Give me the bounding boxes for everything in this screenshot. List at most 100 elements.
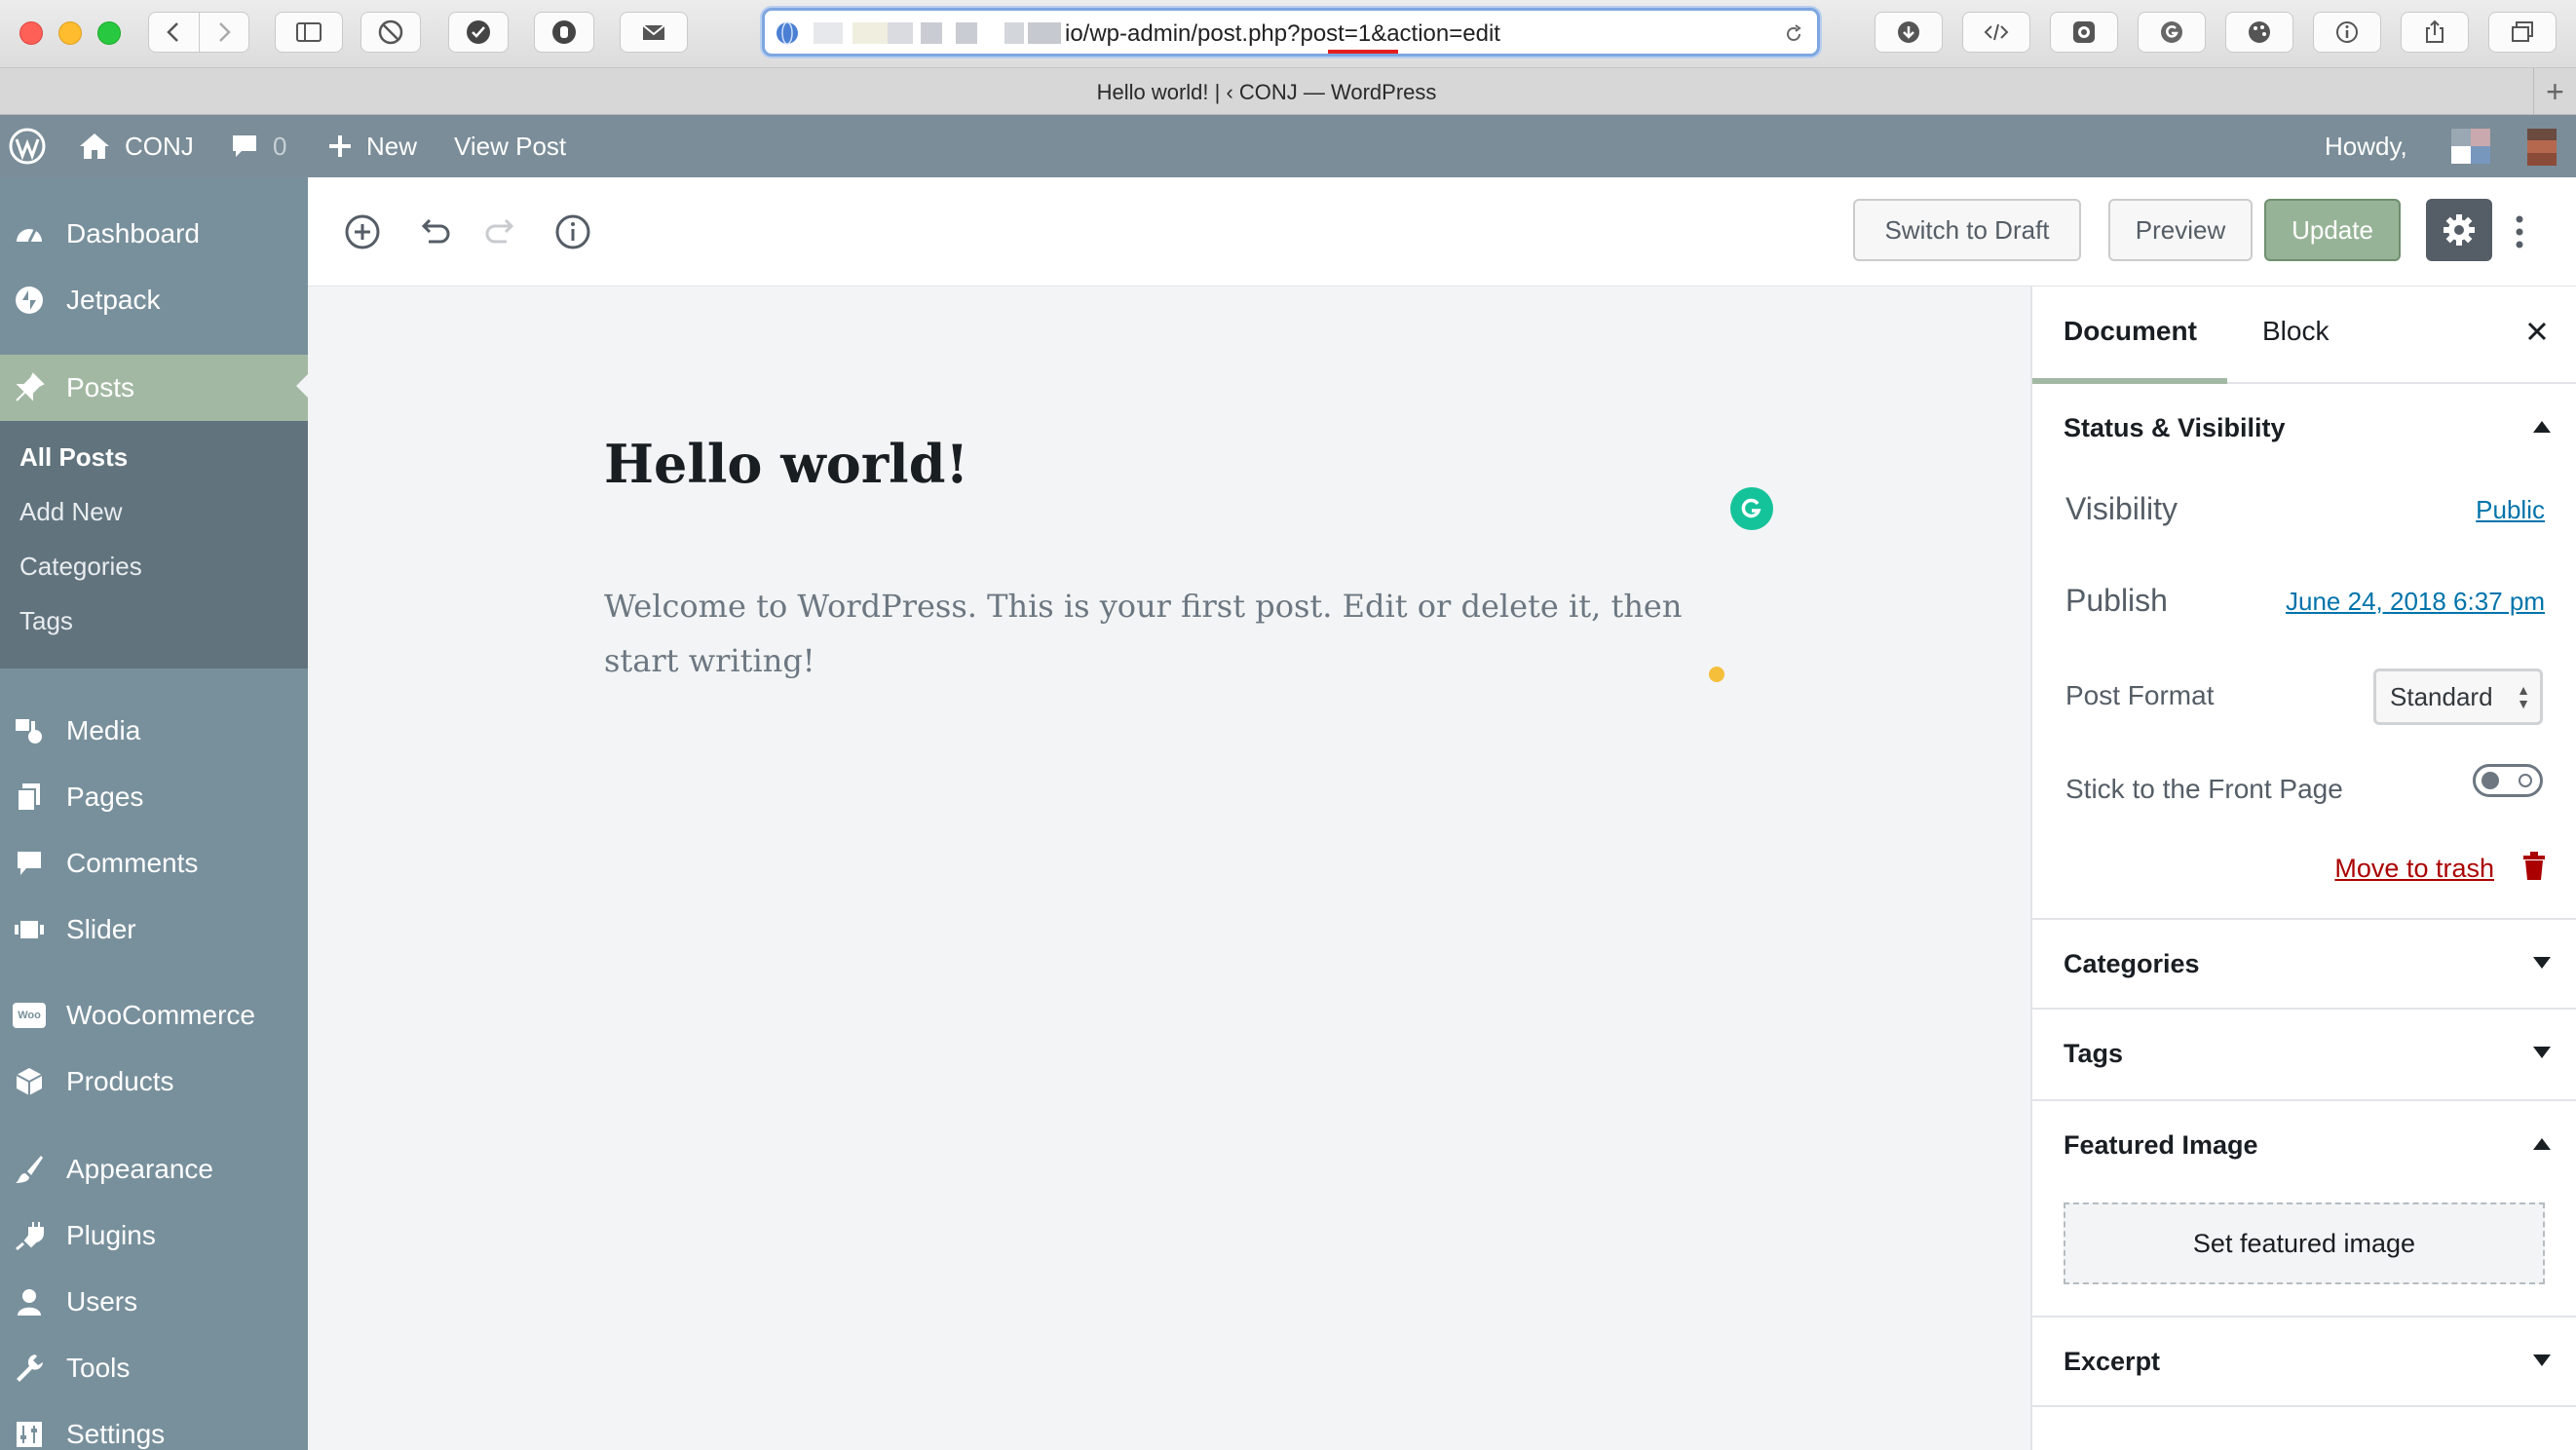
paragraph-block[interactable]: Welcome to WordPress. This is your first…: [604, 579, 1695, 688]
menu-tools-label: Tools: [66, 1353, 131, 1383]
undo-button[interactable]: [411, 210, 454, 253]
avatar[interactable]: [2527, 129, 2557, 166]
menu-pages[interactable]: Pages: [0, 766, 308, 828]
info-icon: [555, 214, 590, 249]
wordpress-logo-button[interactable]: [8, 115, 60, 177]
back-button[interactable]: [149, 13, 200, 52]
site-name: CONJ: [125, 131, 194, 161]
menu-comments[interactable]: Comments: [0, 832, 308, 895]
adblock-extension-button[interactable]: [360, 12, 421, 53]
menu-dashboard-label: Dashboard: [66, 218, 200, 248]
downloads-button[interactable]: [1875, 12, 1943, 53]
settings-toggle-button[interactable]: [2426, 199, 2492, 261]
checkmark-extension-button[interactable]: [448, 12, 509, 53]
close-window-button[interactable]: [19, 21, 43, 45]
grammarly-extension-button[interactable]: [2138, 12, 2206, 53]
chevron-right-icon: [218, 22, 231, 42]
reload-icon[interactable]: [1782, 22, 1805, 46]
sticky-toggle[interactable]: [2473, 764, 2543, 797]
content-info-button[interactable]: [551, 210, 594, 253]
menu-dashboard[interactable]: Dashboard: [0, 203, 308, 265]
menu-jetpack-label: Jetpack: [66, 285, 161, 315]
url-text: io/wp-admin/post.php?post=1&action=edit: [1065, 20, 1500, 47]
chevron-left-icon: [167, 22, 179, 42]
trash-icon[interactable]: [2521, 852, 2547, 886]
url-highlight-underline: [1328, 50, 1398, 54]
howdy-account-menu[interactable]: Howdy,: [2325, 115, 2407, 177]
more-tools-button[interactable]: [2506, 210, 2533, 253]
post-title-field[interactable]: Hello world!: [604, 433, 968, 495]
add-block-button[interactable]: [341, 210, 384, 253]
menu-users-label: Users: [66, 1286, 138, 1316]
categories-title: Categories: [2064, 949, 2200, 978]
redo-button[interactable]: [481, 210, 524, 253]
menu-slider[interactable]: Slider: [0, 898, 308, 961]
set-featured-image-button[interactable]: Set featured image: [2064, 1202, 2545, 1284]
developer-tools-button[interactable]: [1962, 12, 2030, 53]
featured-image-panel-toggle[interactable]: Featured Image: [2032, 1101, 2576, 1193]
forward-button[interactable]: [200, 13, 249, 52]
user-icon: [12, 1286, 47, 1317]
minimize-window-button[interactable]: [58, 21, 82, 45]
menu-tools[interactable]: Tools: [0, 1337, 308, 1399]
menu-settings-label: Settings: [66, 1419, 166, 1449]
menu-plugins[interactable]: Plugins: [0, 1204, 308, 1267]
comments-link[interactable]: 0: [230, 115, 286, 177]
tab-block[interactable]: Block: [2262, 316, 2329, 347]
share-button[interactable]: [2401, 12, 2469, 53]
new-content-link[interactable]: New: [327, 115, 417, 177]
hand-extension-button[interactable]: [534, 12, 594, 53]
post-format-select[interactable]: Standard ▲ ▼: [2373, 668, 2543, 725]
menu-jetpack[interactable]: Jetpack: [0, 269, 308, 331]
toggle-knob: [2481, 772, 2499, 789]
redacted-url: [814, 22, 843, 44]
toggle-off-indicator: [2519, 774, 2532, 787]
submenu-tags[interactable]: Tags: [19, 606, 73, 636]
menu-appearance[interactable]: Appearance: [0, 1138, 308, 1201]
submenu-categories[interactable]: Categories: [19, 552, 142, 582]
categories-panel-toggle[interactable]: Categories: [2032, 918, 2576, 1010]
status-visibility-panel-toggle[interactable]: Status & Visibility: [2032, 384, 2576, 476]
new-tab-button[interactable]: +: [2533, 68, 2576, 115]
menu-posts[interactable]: Posts: [0, 355, 308, 421]
excerpt-panel-toggle[interactable]: Excerpt: [2032, 1316, 2576, 1407]
chevron-up-icon: [2533, 421, 2551, 433]
tab-overview-button[interactable]: [2488, 12, 2557, 53]
menu-users[interactable]: Users: [0, 1271, 308, 1333]
move-to-trash-link[interactable]: Move to trash: [2334, 854, 2494, 884]
update-button[interactable]: Update: [2264, 199, 2401, 261]
zoom-window-button[interactable]: [97, 21, 121, 45]
submenu-add-new[interactable]: Add New: [19, 497, 123, 527]
tab-document[interactable]: Document: [2064, 316, 2197, 347]
menu-settings[interactable]: Settings: [0, 1403, 308, 1450]
grammarly-button[interactable]: [1730, 487, 1773, 530]
plus-circle-icon: [345, 214, 380, 249]
chevron-down-icon: [2533, 1047, 2551, 1058]
preview-button[interactable]: Preview: [2108, 199, 2253, 261]
menu-media[interactable]: Media: [0, 700, 308, 762]
site-name-link[interactable]: CONJ: [78, 115, 194, 177]
menu-products[interactable]: Products: [0, 1050, 308, 1113]
close-sidebar-button[interactable]: [2523, 318, 2551, 350]
mail-extension-button[interactable]: [620, 12, 688, 53]
tab-title[interactable]: Hello world! | ‹ CONJ — WordPress: [0, 80, 2533, 105]
view-post-link[interactable]: View Post: [454, 115, 566, 177]
home-icon: [80, 134, 109, 159]
tags-panel-toggle[interactable]: Tags: [2032, 1010, 2576, 1101]
sidebar-toggle-button[interactable]: [275, 12, 343, 53]
menu-plugins-label: Plugins: [66, 1220, 156, 1250]
view-post-label: View Post: [454, 131, 567, 161]
publish-date-link[interactable]: June 24, 2018 6:37 pm: [2286, 587, 2545, 617]
switch-to-draft-button[interactable]: Switch to Draft: [1853, 199, 2081, 261]
browser-toolbar: io/wp-admin/post.php?post=1&action=edit: [0, 0, 2576, 68]
plus-icon: [329, 135, 351, 157]
wp-admin-bar: CONJ 0 New View Post Howdy,: [0, 115, 2576, 177]
submenu-all-posts[interactable]: All Posts: [19, 442, 128, 473]
visibility-toggle-link[interactable]: Public: [2476, 495, 2545, 525]
address-bar[interactable]: io/wp-admin/post.php?post=1&action=edit: [762, 8, 1820, 57]
page-info-button[interactable]: [2313, 12, 2381, 53]
screenshot-extension-button[interactable]: [2050, 12, 2118, 53]
color-picker-extension-button[interactable]: [2225, 12, 2293, 53]
menu-woocommerce[interactable]: Woo WooCommerce: [0, 984, 308, 1047]
publish-label: Publish: [2065, 583, 2168, 618]
